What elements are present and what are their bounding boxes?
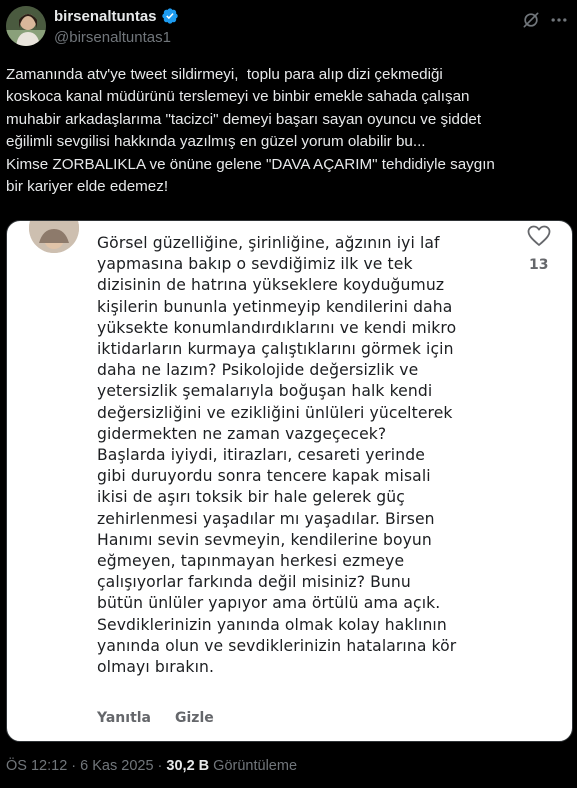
more-options-icon[interactable] bbox=[549, 10, 569, 30]
tweet-text: Zamanında atv'ye tweet sildirmeyi, toplu… bbox=[6, 66, 495, 196]
comment-reply-button[interactable]: Yanıtla bbox=[97, 710, 151, 726]
embedded-comment-screenshot[interactable]: Görsel güzelliğine, şirinliğine, ağzının… bbox=[6, 220, 573, 742]
commenter-avatar bbox=[29, 221, 79, 253]
author-display-name[interactable]: birsenaltuntas bbox=[54, 8, 157, 25]
heart-icon[interactable] bbox=[527, 225, 551, 247]
author-handle[interactable]: @birsenaltuntas1 bbox=[54, 29, 171, 46]
comment-text: Görsel güzelliğine, şirinliğine, ağzının… bbox=[97, 234, 457, 677]
tweet-date[interactable]: 6 Kas 2025 bbox=[80, 758, 153, 774]
tweet-container: birsenaltuntas @birsenaltuntas1 Zamanınd… bbox=[0, 0, 577, 788]
tweet-time[interactable]: ÖS 12:12 bbox=[6, 758, 67, 774]
verified-badge-icon bbox=[161, 7, 179, 25]
grok-icon[interactable] bbox=[521, 10, 541, 30]
author-avatar[interactable] bbox=[6, 6, 46, 46]
meta-separator: · bbox=[153, 758, 167, 774]
meta-separator: · bbox=[67, 758, 81, 774]
author-name-row[interactable]: birsenaltuntas bbox=[54, 7, 179, 25]
comment-like-count: 13 bbox=[529, 257, 549, 273]
views-count: 30,2 B bbox=[166, 758, 210, 774]
views-label: Görüntüleme bbox=[209, 758, 298, 774]
avatar-image bbox=[6, 6, 46, 46]
comment-hide-button[interactable]: Gizle bbox=[175, 710, 214, 726]
tweet-meta: ÖS 12:12 · 6 Kas 2025 · 30,2 B Görüntüle… bbox=[6, 758, 297, 774]
